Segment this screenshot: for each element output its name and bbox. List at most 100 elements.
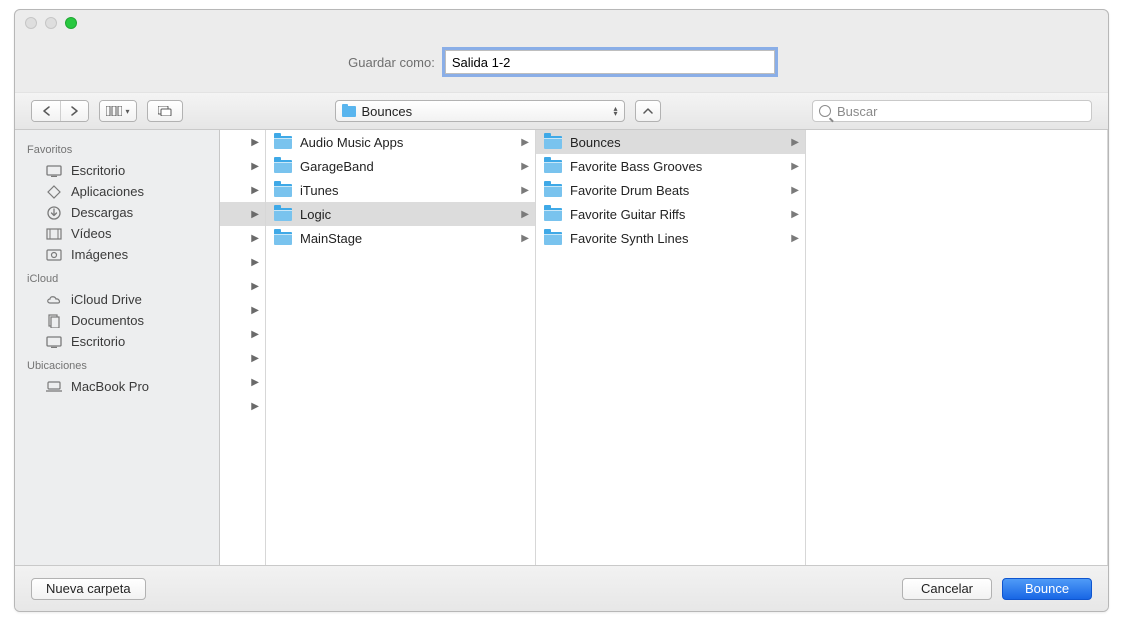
cancel-button[interactable]: Cancelar [902,578,992,600]
sidebar-item-label: Aplicaciones [71,184,144,199]
sidebar-item-escritorio[interactable]: Escritorio [15,160,219,181]
chevron-right-icon: ▶ [521,137,529,148]
sidebar-heading-ubicaciones: Ubicaciones [15,352,219,376]
chevron-right-icon: ▶ [521,233,529,244]
sidebar-item-aplicaciones[interactable]: Aplicaciones [15,181,219,202]
path-folder-label: Bounces [362,104,413,119]
folder-row[interactable]: Favorite Bass Grooves ▶ [536,154,805,178]
sidebar-item-label: Documentos [71,313,144,328]
group-button[interactable] [147,100,183,122]
sidebar-item-label: Escritorio [71,334,125,349]
column-2: Bounces ▶ Favorite Bass Grooves ▶ Favorite… [536,130,806,565]
folder-row[interactable]: iTunes ▶ [266,178,535,202]
folder-icon [274,232,292,245]
sidebar-heading-icloud: iCloud [15,265,219,289]
folder-label: Favorite Bass Grooves [570,159,702,174]
folder-label: iTunes [300,183,339,198]
chevron-right-icon: ▶ [791,185,799,196]
sidebar-item-label: Vídeos [71,226,111,241]
folder-row[interactable]: Favorite Synth Lines▶ [536,226,805,250]
sidebar-item-macbook-pro[interactable]: MacBook Pro [15,376,219,397]
folder-row-selected[interactable]: Logic ▶ [266,202,535,226]
back-button[interactable] [32,101,60,121]
chevron-right-icon: ▶ [521,185,529,196]
zoom-traffic-light[interactable] [65,17,77,29]
stub-arrow[interactable]: ▶ [220,202,265,226]
sidebar-heading-favoritos: Favoritos [15,136,219,160]
forward-button[interactable] [60,101,88,121]
cloud-icon [45,293,63,307]
folder-label: Bounces [570,135,621,150]
stub-arrow[interactable]: ▶ [220,370,265,394]
stub-arrow[interactable]: ▶ [220,178,265,202]
search-field[interactable]: Buscar [812,100,1092,122]
search-icon [819,105,831,117]
folder-row-selected[interactable]: Bounces ▶ [536,130,805,154]
folder-icon [274,184,292,197]
sidebar-item-imagenes[interactable]: Imágenes [15,244,219,265]
folder-row[interactable]: Favorite Guitar Riffs ▶ [536,202,805,226]
bounce-button[interactable]: Bounce [1002,578,1092,600]
column-view-icon[interactable]: ▾ [100,101,136,121]
titlebar [15,10,1108,32]
folder-icon [274,136,292,149]
save-as-label: Guardar como: [348,55,435,70]
sidebar-item-label: MacBook Pro [71,379,149,394]
folder-label: Audio Music Apps [300,135,403,150]
folder-icon [274,208,292,221]
sidebar-item-videos[interactable]: Vídeos [15,223,219,244]
stub-arrow[interactable]: ▶ [220,322,265,346]
chevron-right-icon: ▶ [791,161,799,172]
stub-arrow[interactable]: ▶ [220,130,265,154]
stub-arrow[interactable]: ▶ [220,394,265,418]
sidebar-item-label: Escritorio [71,163,125,178]
new-folder-button[interactable]: Nueva carpeta [31,578,146,600]
nav-back-forward [31,100,89,122]
stub-arrow[interactable]: ▶ [220,274,265,298]
collapse-up-button[interactable] [635,100,661,122]
folder-label: Logic [300,207,331,222]
chevron-right-icon: ▶ [791,209,799,220]
stub-arrow[interactable]: ▶ [220,226,265,250]
folder-row[interactable]: Favorite Drum Beats▶ [536,178,805,202]
folder-icon [544,136,562,149]
folder-row[interactable]: MainStage▶ [266,226,535,250]
folder-label: Favorite Guitar Riffs [570,207,685,222]
chevron-right-icon: ▶ [791,137,799,148]
folder-row[interactable]: Audio Music Apps ▶ [266,130,535,154]
toolbar: ▾ Bounces ▴▾ Buscar [15,92,1108,130]
save-dialog-window: Guardar como: ▾ [14,9,1109,612]
videos-icon [45,227,63,241]
folder-row[interactable]: GarageBand ▶ [266,154,535,178]
sidebar-item-escritorio-icloud[interactable]: Escritorio [15,331,219,352]
folder-icon [544,208,562,221]
main-area: Favoritos Escritorio Aplicaciones Descar… [15,130,1108,565]
sidebar-item-descargas[interactable]: Descargas [15,202,219,223]
folder-icon [544,184,562,197]
sidebar-item-documentos[interactable]: Documentos [15,310,219,331]
save-as-row: Guardar como: [15,32,1108,92]
minimize-traffic-light[interactable] [45,17,57,29]
view-switcher[interactable]: ▾ [99,100,137,122]
sidebar-item-label: Descargas [71,205,133,220]
stub-arrow[interactable]: ▶ [220,298,265,322]
stub-arrow[interactable]: ▶ [220,346,265,370]
search-placeholder: Buscar [837,104,877,119]
close-traffic-light[interactable] [25,17,37,29]
updown-arrows-icon: ▴▾ [613,106,617,116]
chevron-right-icon: ▶ [521,161,529,172]
footer: Nueva carpeta Cancelar Bounce [15,565,1108,611]
path-popup[interactable]: Bounces ▴▾ [335,100,625,122]
chevron-right-icon: ▶ [791,233,799,244]
chevron-right-icon: ▶ [521,209,529,220]
chevron-down-icon: ▾ [125,107,129,116]
folder-icon [274,160,292,173]
sidebar-item-icloud-drive[interactable]: iCloud Drive [15,289,219,310]
stub-arrow[interactable]: ▶ [220,250,265,274]
folder-label: GarageBand [300,159,374,174]
sidebar-item-label: Imágenes [71,247,128,262]
sidebar: Favoritos Escritorio Aplicaciones Descar… [15,130,220,565]
laptop-icon [45,380,63,394]
stub-arrow[interactable]: ▶ [220,154,265,178]
save-as-input[interactable] [445,50,775,74]
